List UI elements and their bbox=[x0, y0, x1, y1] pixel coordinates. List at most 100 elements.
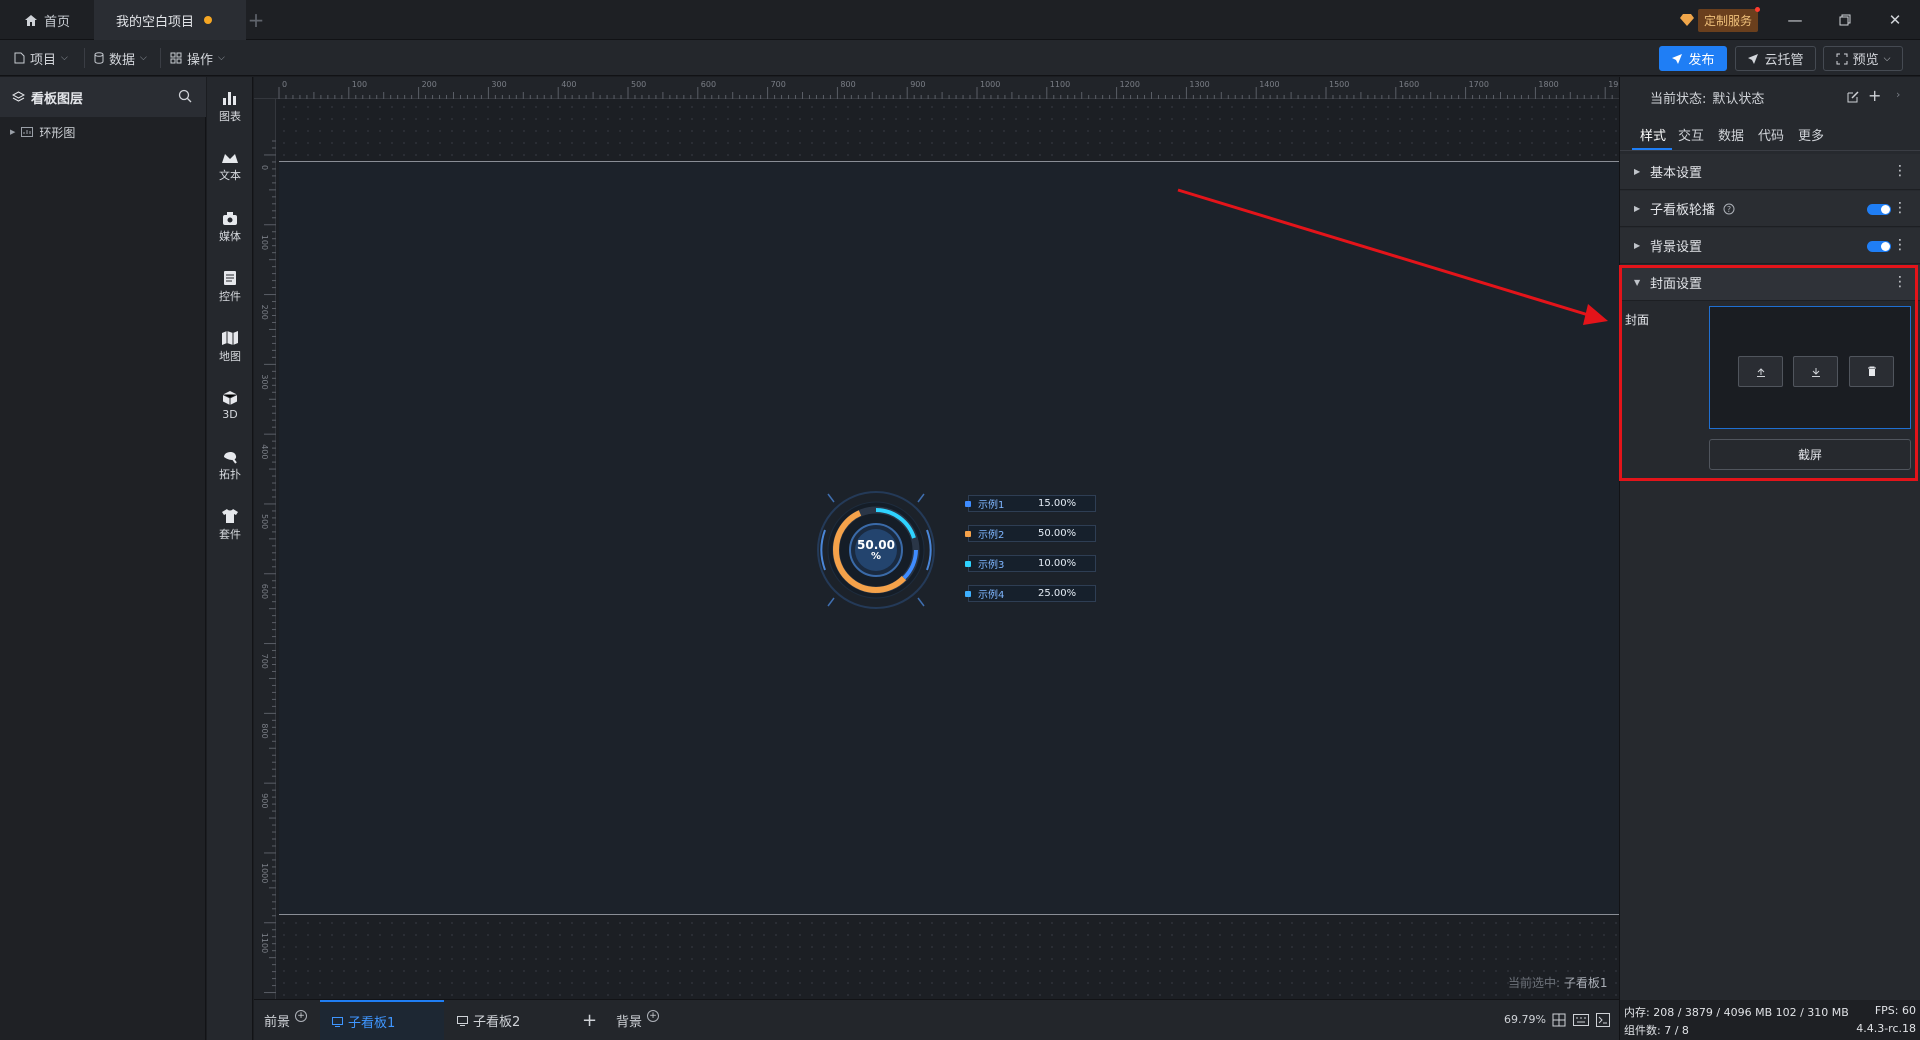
menu-ops[interactable]: 操作 ⌵ bbox=[164, 46, 231, 70]
menu-project-label: 项目 bbox=[30, 52, 57, 68]
chevron-right-icon[interactable]: › bbox=[1896, 88, 1900, 101]
publish-button[interactable]: 发布 bbox=[1659, 46, 1727, 71]
tab-interaction[interactable]: 交互 bbox=[1678, 125, 1704, 144]
legend-dot bbox=[965, 560, 971, 567]
ruler-top: 0 100 200 300 400 500 600 700 800 900 1000 1100 1200… bbox=[254, 77, 1629, 99]
legend-name: 示例1 bbox=[978, 500, 1005, 511]
fit-screen-icon[interactable] bbox=[1552, 1013, 1566, 1027]
donut-chart-widget[interactable]: 50.00 % 示例1 15.00% 示例2 50.00% 示例3 10.00%… bbox=[800, 490, 1100, 610]
component-text[interactable]: 文本 bbox=[207, 143, 253, 191]
carousel-toggle[interactable] bbox=[1867, 204, 1891, 215]
ruler-label: 600 bbox=[260, 584, 269, 599]
component-kit[interactable]: 套件 bbox=[207, 501, 253, 549]
add-tab-button[interactable]: + bbox=[246, 0, 266, 40]
legend-dot bbox=[965, 500, 971, 507]
divider bbox=[160, 48, 161, 68]
chevron-down-icon: ⌵ bbox=[218, 53, 225, 63]
zoom-level[interactable]: 69.79% bbox=[1504, 1013, 1546, 1026]
publish-label: 发布 bbox=[1688, 53, 1715, 68]
current-selection-value: 子看板1 bbox=[1563, 976, 1608, 990]
preview-button[interactable]: 预览 ⌵ bbox=[1823, 46, 1903, 71]
text-icon bbox=[222, 154, 238, 163]
ruler-label: 1700 bbox=[1469, 80, 1489, 89]
component-topology[interactable]: 拓扑 bbox=[207, 441, 253, 489]
add-state-icon[interactable]: + bbox=[1868, 86, 1881, 105]
board-tabs-bar: 前景 + 子看板1 子看板2 + 背景 + 69.79% bbox=[254, 999, 1619, 1040]
background-toggle[interactable] bbox=[1867, 241, 1891, 252]
layer-panel-header: 看板图层 bbox=[0, 77, 206, 117]
chart-icon bbox=[223, 92, 236, 105]
tab-data[interactable]: 数据 bbox=[1718, 125, 1744, 144]
more-vertical-icon[interactable]: ⋮ bbox=[1893, 200, 1907, 216]
tab-style[interactable]: 样式 bbox=[1640, 125, 1666, 144]
tab-background[interactable]: 背景 + bbox=[616, 1000, 660, 1040]
custom-service-label: 定制服务 bbox=[1698, 6, 1761, 32]
add-subboard-button[interactable]: + bbox=[582, 1000, 597, 1040]
menu-data[interactable]: 数据 ⌵ bbox=[88, 46, 153, 70]
tab-home[interactable]: 首页 bbox=[0, 0, 94, 40]
section-carousel[interactable]: ▶ 子看板轮播 ? ⋮ bbox=[1620, 191, 1920, 227]
grid-icon bbox=[170, 52, 182, 64]
tab-foreground[interactable]: 前景 + bbox=[264, 1000, 308, 1040]
help-icon[interactable]: ? bbox=[1723, 203, 1735, 215]
legend-name: 示例2 bbox=[978, 530, 1005, 541]
current-selection-label: 当前选中: bbox=[1508, 976, 1561, 990]
plus-icon: + bbox=[582, 1010, 598, 1031]
section-background-title: 背景设置 bbox=[1650, 240, 1703, 255]
annotation-highlight-box bbox=[1619, 265, 1918, 481]
component-control[interactable]: 控件 bbox=[207, 263, 253, 311]
legend-item: 示例3 10.00% bbox=[965, 555, 1096, 572]
cloud-host-label: 云托管 bbox=[1764, 53, 1804, 68]
component-media-label: 媒体 bbox=[219, 230, 241, 243]
tab-subboard-1[interactable]: 子看板1 bbox=[320, 1000, 444, 1040]
custom-service-button[interactable]: 定制服务 bbox=[1680, 6, 1761, 32]
state-label: 当前状态: bbox=[1650, 91, 1707, 107]
chart-layer-icon bbox=[21, 127, 34, 137]
tab-subboard-2[interactable]: 子看板2 bbox=[457, 1000, 520, 1040]
file-icon bbox=[14, 52, 25, 64]
ruler-label: 300 bbox=[260, 374, 269, 389]
section-background-settings[interactable]: ▶ 背景设置 ⋮ bbox=[1620, 228, 1920, 264]
component-3d-label: 3D bbox=[222, 407, 238, 421]
add-background-icon[interactable]: + bbox=[647, 1009, 660, 1022]
component-media[interactable]: 媒体 bbox=[207, 203, 253, 251]
component-3d[interactable]: 3D bbox=[207, 381, 253, 429]
topology-icon bbox=[224, 451, 237, 464]
tab-project-label: 我的空白项目 bbox=[116, 14, 195, 30]
component-text-label: 文本 bbox=[219, 169, 241, 182]
restore-button[interactable] bbox=[1820, 0, 1870, 40]
section-basic-settings[interactable]: ▶ 基本设置 ⋮ bbox=[1620, 154, 1920, 190]
legend-item: 示例2 50.00% bbox=[965, 525, 1096, 542]
media-icon bbox=[223, 212, 237, 225]
tab-more[interactable]: 更多 bbox=[1798, 125, 1824, 144]
legend-name: 示例3 bbox=[978, 560, 1005, 571]
add-foreground-icon[interactable]: + bbox=[295, 1009, 308, 1022]
more-vertical-icon[interactable]: ⋮ bbox=[1893, 237, 1907, 253]
property-panel: 当前状态: 默认状态 + › 样式 交互 数据 代码 更多 ▶ 基本设置 ⋮ ▶… bbox=[1619, 77, 1920, 1000]
tab-subboard-2-label: 子看板2 bbox=[473, 1015, 521, 1030]
tab-code[interactable]: 代码 bbox=[1758, 125, 1784, 144]
component-map[interactable]: 地图 bbox=[207, 323, 253, 371]
terminal-icon[interactable] bbox=[1596, 1013, 1610, 1027]
tab-subboard-1-label: 子看板1 bbox=[348, 1016, 396, 1031]
search-icon[interactable] bbox=[178, 89, 192, 103]
keyboard-icon[interactable] bbox=[1573, 1014, 1589, 1026]
donut-center-value: 50.00 bbox=[857, 538, 895, 552]
menu-project[interactable]: 项目 ⌵ bbox=[8, 46, 74, 70]
tab-project[interactable]: 我的空白项目 bbox=[94, 0, 246, 40]
legend-name: 示例4 bbox=[978, 590, 1005, 601]
edit-icon[interactable] bbox=[1846, 90, 1860, 104]
cloud-host-button[interactable]: 云托管 bbox=[1735, 46, 1816, 71]
ruler-label: 0 bbox=[282, 80, 287, 89]
divider bbox=[84, 48, 85, 68]
svg-text:?: ? bbox=[1727, 205, 1731, 214]
minimize-button[interactable]: — bbox=[1770, 0, 1820, 40]
layer-item[interactable]: ▶ 环形图 bbox=[0, 121, 206, 143]
menu-data-label: 数据 bbox=[109, 52, 136, 68]
close-button[interactable]: ✕ bbox=[1870, 0, 1920, 40]
more-vertical-icon[interactable]: ⋮ bbox=[1893, 163, 1907, 179]
cube-icon bbox=[222, 390, 238, 405]
ruler-label: 200 bbox=[260, 305, 269, 320]
component-chart[interactable]: 图表 bbox=[207, 83, 253, 131]
minimize-icon: — bbox=[1787, 11, 1803, 29]
